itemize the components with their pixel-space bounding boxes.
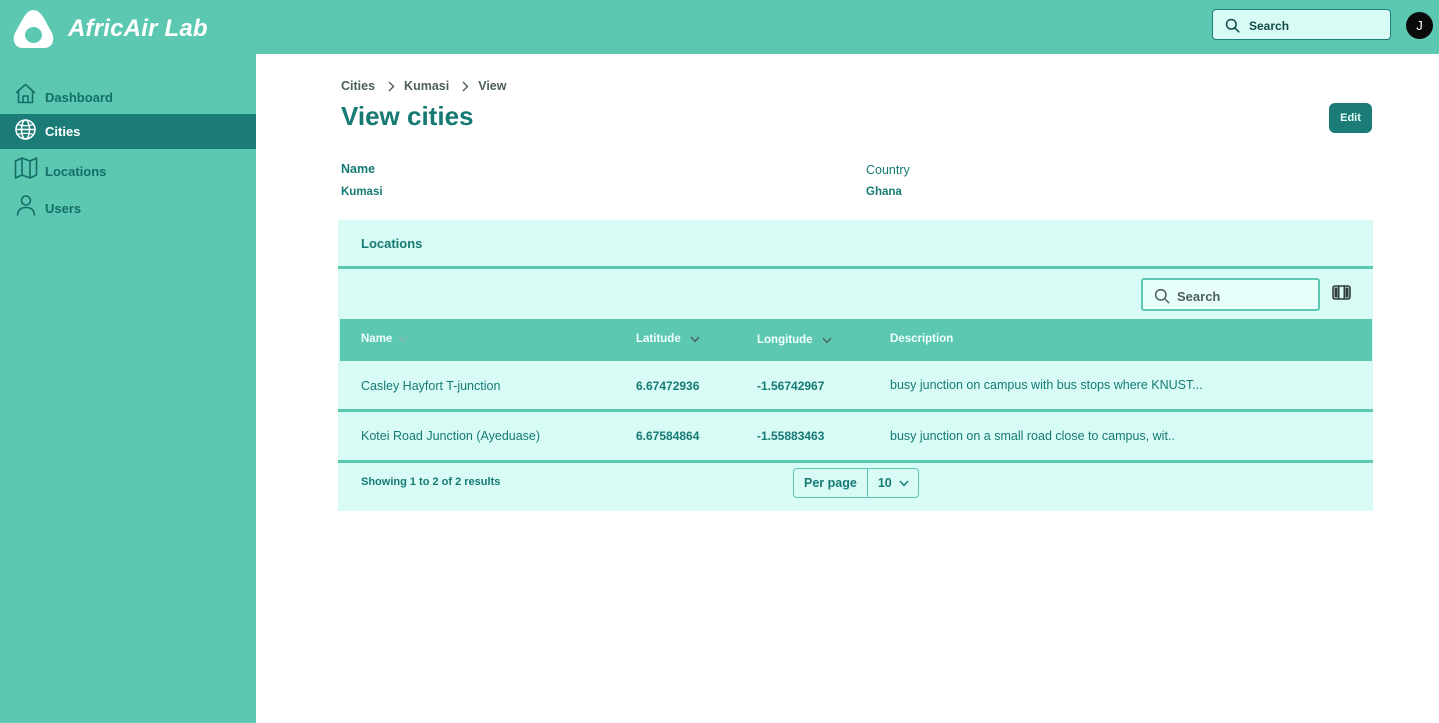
search-icon [1154,288,1170,309]
per-page-label: Per page [794,469,868,497]
chevron-down-icon [822,337,832,344]
cell-description: busy junction on a small road close to c… [890,429,1175,443]
name-label: Name [341,162,376,176]
search-icon [1225,18,1240,38]
sidebar-item-label: Users [45,201,82,216]
country-label: Country [866,163,910,177]
locations-panel: Locations Name Latitude Longitude [338,220,1373,511]
page-title: View cities [341,101,474,131]
column-header-description: Description [890,333,953,345]
avatar[interactable]: J [1406,12,1433,39]
sidebar-item-locations[interactable]: Locations [0,153,256,188]
per-page-select[interactable]: 10 [868,469,918,497]
column-header-name[interactable]: Name [361,333,408,345]
cell-longitude: -1.55883463 [757,429,825,443]
global-search-input[interactable] [1247,15,1386,37]
column-header-latitude[interactable]: Latitude [636,333,700,345]
brand-name: AfricAir Lab [68,15,208,42]
breadcrumb: Cities Kumasi View [341,79,506,93]
chevron-down-icon [899,480,909,487]
cell-latitude: 6.67584864 [636,429,700,443]
chevron-down-icon [690,336,700,343]
locations-panel-header: Locations [338,220,1373,269]
chevron-right-icon [462,81,469,92]
globe-icon [14,118,37,146]
columns-toggle-icon[interactable] [1332,285,1351,305]
breadcrumb-view: View [478,79,507,93]
home-icon [14,82,37,110]
global-search[interactable] [1212,9,1391,40]
column-header-longitude[interactable]: Longitude [757,334,832,346]
cell-longitude: -1.56742967 [757,379,825,393]
sidebar-item-label: Dashboard [45,90,113,105]
country-value: Ghana [866,186,902,198]
sidebar-item-cities[interactable]: Cities [0,114,256,149]
breadcrumb-cities[interactable]: Cities [341,79,375,93]
sidebar-item-label: Locations [45,164,107,179]
table-row[interactable]: Casley Hayfort T-junction 6.67472936 -1.… [338,361,1373,412]
column-header-label: Latitude [636,333,681,345]
cell-latitude: 6.67472936 [636,379,700,393]
sidebar-item-label: Cities [45,124,81,139]
locations-search-input[interactable] [1175,286,1314,306]
table-row[interactable]: Kotei Road Junction (Ayeduase) 6.6758486… [338,412,1373,463]
map-icon [14,156,38,185]
locations-search[interactable] [1141,278,1320,311]
cell-description: busy junction on campus with bus stops w… [890,378,1203,392]
logo-icon [13,10,54,48]
chevron-down-icon [398,336,408,343]
cell-name: Casley Hayfort T-junction [361,379,501,393]
chevron-right-icon [388,81,395,92]
column-header-label: Longitude [757,334,813,346]
table-header: Name Latitude Longitude Description [340,319,1372,361]
sidebar-item-users[interactable]: Users [0,190,256,225]
locations-title: Locations [361,236,423,251]
edit-button[interactable]: Edit [1329,103,1372,133]
sidebar-item-dashboard[interactable]: Dashboard [0,78,256,113]
name-value: Kumasi [341,186,383,198]
sidebar: Dashboard Cities Locations Users [0,54,256,723]
per-page-control: Per page 10 [793,468,919,498]
breadcrumb-kumasi[interactable]: Kumasi [404,79,449,93]
top-bar: AfricAir Lab J [0,0,1439,54]
user-icon [15,194,37,221]
column-header-label: Name [361,333,393,345]
cell-name: Kotei Road Junction (Ayeduase) [361,429,541,443]
brand[interactable]: AfricAir Lab [12,9,208,49]
per-page-value: 10 [877,476,892,490]
results-summary: Showing 1 to 2 of 2 results [361,476,501,488]
column-header-label: Description [890,333,954,345]
main-content: Cities Kumasi View View cities Edit Name… [256,54,1439,723]
